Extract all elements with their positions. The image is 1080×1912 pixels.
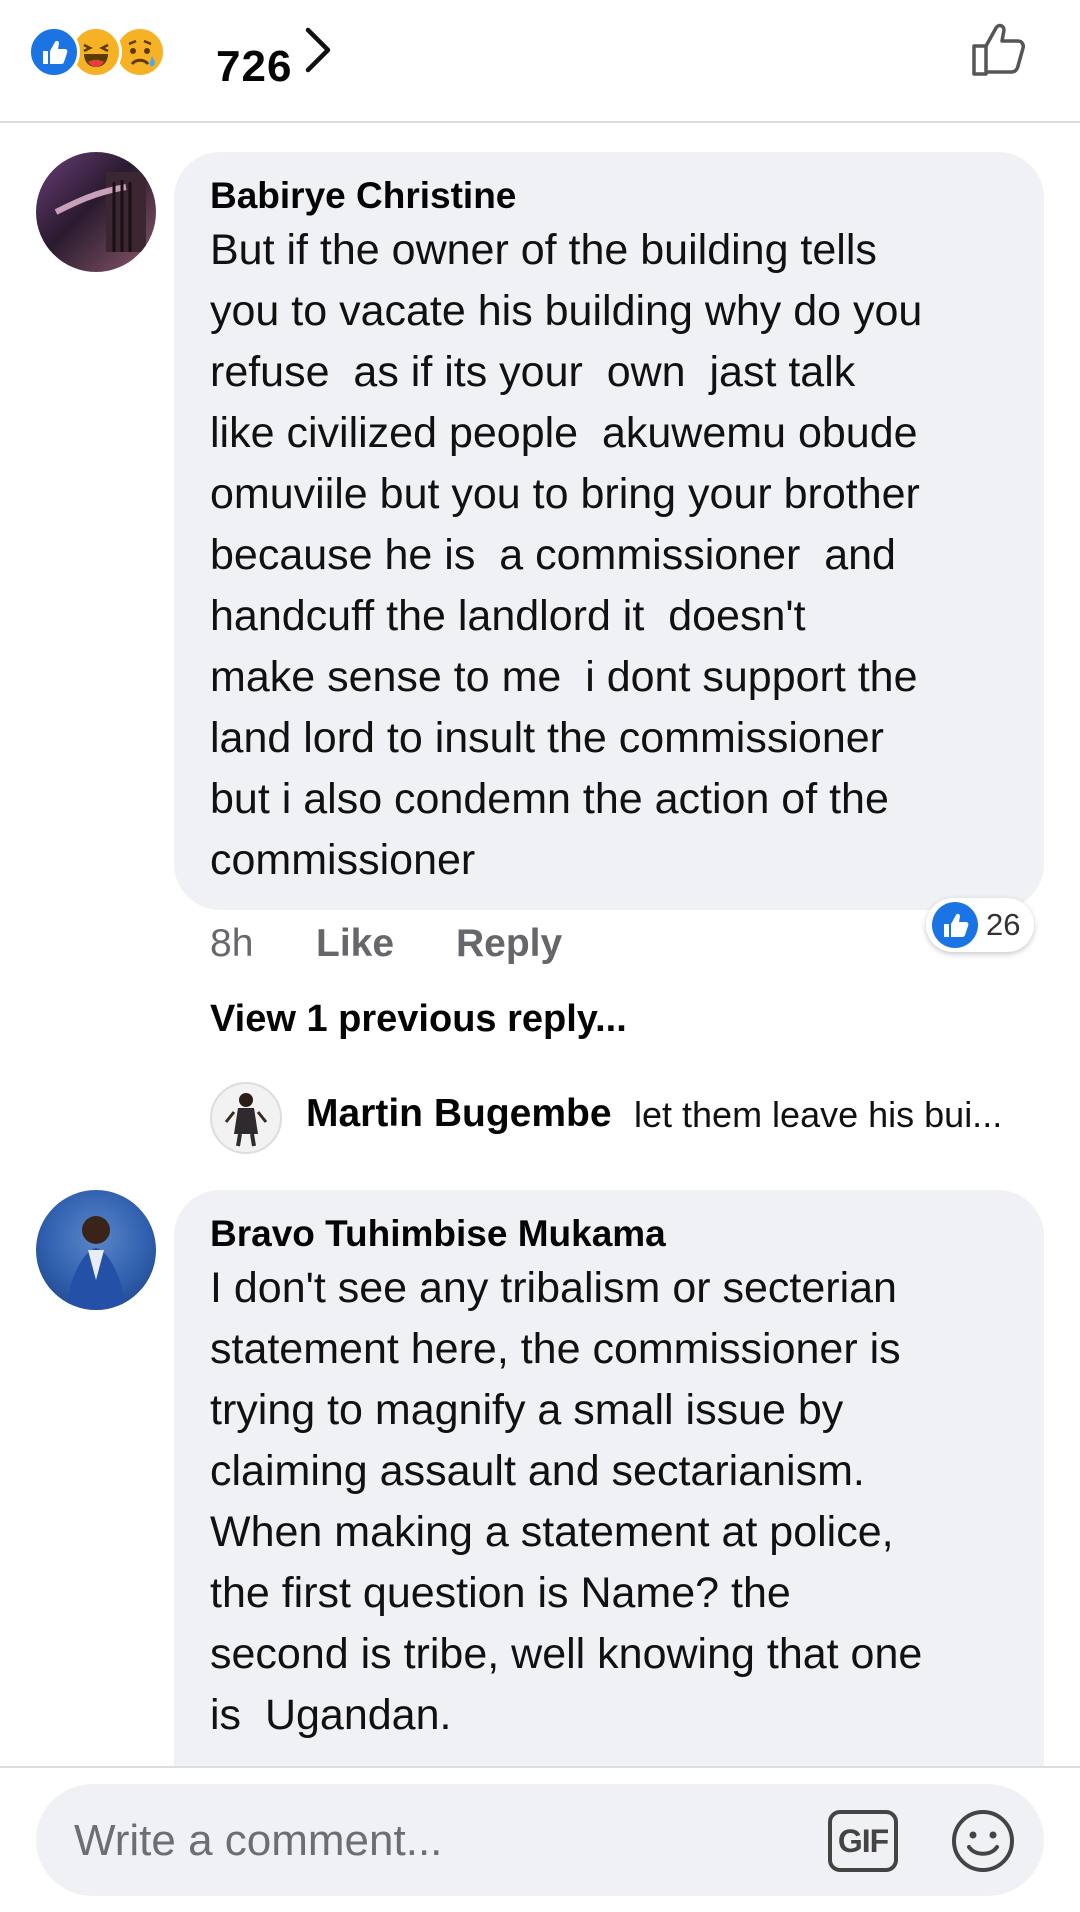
reply-button[interactable]: Reply — [456, 922, 562, 966]
comment-input[interactable] — [72, 1804, 836, 1878]
comment-author[interactable]: Bravo Tuhimbise Mukama — [210, 1210, 1008, 1258]
comment-author[interactable]: Babirye Christine — [210, 172, 1008, 220]
comment-bubble[interactable]: Bravo Tuhimbise Mukama I don't see any t… — [174, 1190, 1044, 1810]
like-icon — [28, 26, 80, 78]
comment-text: I don't see any tribalism or secterian s… — [210, 1264, 923, 1739]
reply-avatar[interactable] — [210, 1082, 282, 1154]
reply-text: let them leave his bui... — [634, 1094, 1003, 1135]
like-button[interactable]: Like — [316, 922, 394, 966]
reply-author[interactable]: Martin Bugembe — [306, 1092, 612, 1136]
gif-button[interactable]: GIF — [828, 1810, 898, 1872]
reaction-count: 726 — [216, 42, 293, 91]
like-post-icon[interactable] — [970, 18, 1032, 80]
comment-composer-bar: GIF — [0, 1766, 1080, 1912]
comment-bubble[interactable]: Babirye Christine But if the owner of th… — [174, 152, 1044, 910]
comment-text: But if the owner of the building tells y… — [210, 226, 923, 884]
like-count-badge[interactable]: 26 — [926, 898, 1035, 952]
like-icon — [932, 902, 978, 948]
comment-composer[interactable]: GIF — [36, 1784, 1044, 1896]
emoji-icon[interactable] — [950, 1808, 1016, 1874]
view-previous-replies-link[interactable]: View 1 previous reply... — [210, 998, 627, 1041]
reply-preview[interactable]: Martin Bugembe let them leave his bui... — [210, 1080, 1050, 1154]
avatar[interactable] — [36, 152, 156, 272]
avatar[interactable] — [36, 1190, 156, 1310]
comment-timestamp: 8h — [210, 922, 254, 965]
like-count: 26 — [986, 907, 1021, 942]
reactions-header: 726 — [0, 0, 1080, 123]
chevron-right-icon[interactable] — [300, 24, 336, 76]
reaction-summary[interactable]: 726 — [28, 22, 291, 91]
